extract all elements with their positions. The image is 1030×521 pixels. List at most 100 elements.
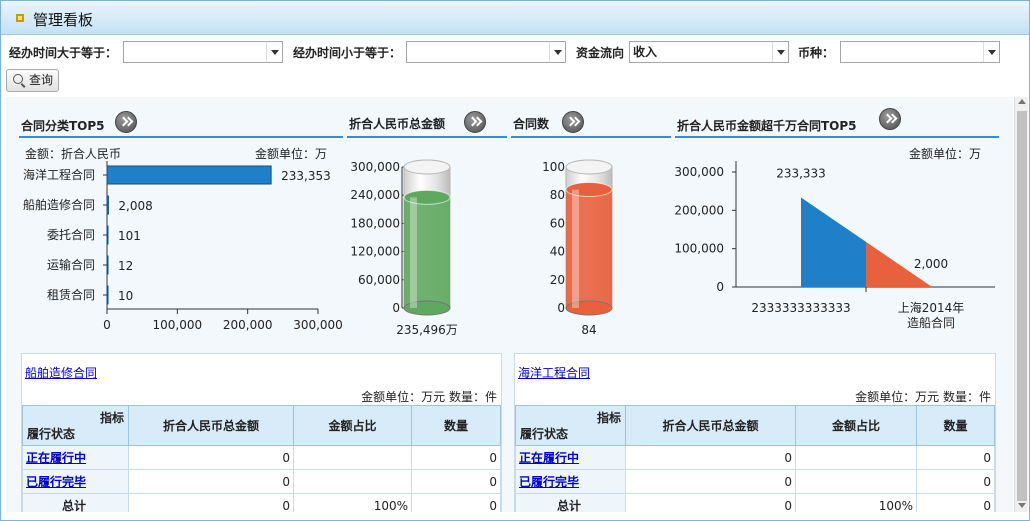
header-corner: 指标 履行状态: [515, 405, 626, 446]
chevron-down-icon[interactable]: [772, 42, 788, 62]
point-value-label: 2,000: [914, 257, 948, 271]
chevron-down-icon[interactable]: [983, 42, 999, 62]
gauge-tick-label: 120,000: [350, 245, 400, 259]
bar-value-label: 10: [118, 289, 133, 303]
contract-link[interactable]: 船舶造修合同: [25, 364, 97, 381]
chart-note-left: 金额：折合人民币: [25, 146, 121, 161]
x-tick-label: 0: [103, 318, 111, 332]
bar-value-label: 101: [118, 229, 141, 243]
bar-category-label: 租赁合同: [47, 287, 95, 302]
gauge-highlight: [572, 189, 579, 308]
chevron-down-icon[interactable]: [549, 42, 565, 62]
table-box-shipbuilding: 船舶造修合同 金额单位：万元 数量：件 指标 履行状态 折合人民币总金额 金额占比…: [21, 353, 502, 512]
column-header: 折合人民币总金额: [128, 405, 294, 446]
table-row: 正在履行中 0 0: [515, 445, 995, 470]
header-corner: 指标 履行状态: [22, 405, 129, 446]
scroll-down-icon[interactable]: [1018, 503, 1026, 508]
gauge-tick-label: 0: [392, 301, 400, 315]
bar: [106, 165, 272, 185]
status-link[interactable]: 已履行完毕: [519, 475, 579, 489]
end-date-select[interactable]: [406, 41, 566, 63]
status-link[interactable]: 正在履行中: [519, 451, 579, 465]
contract-link[interactable]: 海洋工程合同: [518, 364, 590, 381]
column-header: 数量: [411, 405, 501, 446]
filter-label-end-date: 经办时间小于等于：: [293, 46, 402, 60]
gauge-tick-label: 20: [550, 273, 565, 287]
x-category-label: 上海2014年: [898, 300, 965, 315]
bar: [106, 285, 109, 305]
gauge-tick-label: 60: [550, 216, 565, 230]
bar: [106, 255, 109, 275]
bar-category-label: 委托合同: [47, 227, 95, 242]
bar: [106, 195, 109, 215]
table-row: 已履行完毕 0 0: [515, 469, 995, 494]
bar-value-label: 2,008: [118, 199, 152, 213]
scroll-up-icon[interactable]: [1018, 99, 1026, 104]
status-link[interactable]: 正在履行中: [26, 451, 86, 465]
y-tick-label: 300,000: [674, 165, 724, 179]
table-row-total: 总计 0 100% 0: [515, 493, 995, 512]
gauge-highlight: [410, 197, 417, 308]
dashboard-panel: 合同分类TOP5 折合人民币总金额 合同数 折合人民币金额超千万合同TOP5 金…: [5, 97, 1013, 512]
table-row: 正在履行中 0 0: [22, 445, 501, 470]
column-header: 金额占比: [795, 405, 917, 446]
table-box-offshore: 海洋工程合同 金额单位：万元 数量：件 指标 履行状态 折合人民币总金额 金额占比…: [514, 353, 996, 512]
status-table: 指标 履行状态 折合人民币总金额 金额占比 数量 正在履行中 0 0 已履行完毕 …: [515, 405, 995, 512]
x-tick-label: 200,000: [223, 318, 273, 332]
gauge-value-label: 235,496万: [396, 323, 458, 337]
column-header: 数量: [916, 405, 995, 446]
title-bar: 管理看板: [1, 1, 1029, 35]
column-header: 金额占比: [293, 405, 412, 446]
unit-note: 金额单位：万元 数量：件: [361, 390, 497, 404]
y-tick-label: 100,000: [674, 242, 724, 256]
chevron-down-icon[interactable]: [266, 42, 282, 62]
gauge-tick-label: 180,000: [350, 216, 400, 230]
x-category-label: 2333333333333: [751, 301, 850, 315]
chart-note-right: 金额单位：万: [909, 146, 981, 161]
unit-note: 金额单位：万元 数量：件: [855, 390, 991, 404]
charts-area: 金额：折合人民币 金额单位：万海洋工程合同 233,353 船舶造修合同 2,008 委托…: [23, 146, 995, 337]
table-row-total: 总计 0 100% 0: [22, 493, 501, 512]
start-date-select[interactable]: [123, 41, 283, 63]
gauge-tick-label: 240,000: [350, 188, 400, 202]
area-segment: [801, 197, 866, 287]
gauge-tick-label: 0: [557, 301, 565, 315]
fund-flow-select[interactable]: 收入: [629, 41, 789, 63]
page-title: 管理看板: [33, 11, 94, 29]
dashboard-window: 管理看板 经办时间大于等于： 经办时间小于等于： 资金流向 收入 币种： 查询 …: [0, 0, 1030, 521]
x-tick-label: 100,000: [153, 318, 203, 332]
bar-value-label: 233,353: [281, 169, 331, 183]
x-category-label: 造船合同: [907, 315, 955, 330]
vertical-scrollbar[interactable]: [1014, 97, 1028, 512]
status-table: 指标 履行状态 折合人民币总金额 金额占比 数量 正在履行中 0 0 已履行完毕 …: [22, 405, 501, 512]
bar: [106, 225, 109, 245]
y-tick-label: 0: [716, 280, 724, 294]
chart-note-right: 金额单位：万: [255, 146, 327, 161]
gauge-top: [565, 159, 613, 175]
bar-category-label: 海洋工程合同: [23, 167, 95, 182]
gauge-tick-label: 300,000: [350, 160, 400, 174]
filter-label-currency: 币种：: [798, 46, 835, 60]
bar-category-label: 运输合同: [47, 257, 95, 272]
gauge-top: [403, 159, 451, 175]
gauge-tick-label: 100: [542, 160, 565, 174]
filter-label-fund-flow: 资金流向: [576, 46, 625, 60]
gauge-tick-label: 40: [550, 245, 565, 259]
gauge-value-label: 84: [581, 323, 596, 337]
filter-label-start-date: 经办时间大于等于：: [9, 46, 118, 60]
x-tick-label: 300,000: [293, 318, 343, 332]
gauge-tick-label: 60,000: [358, 273, 400, 287]
title-bullet-icon: [16, 14, 24, 22]
gauge-tick-label: 80: [550, 188, 565, 202]
bar-category-label: 船舶造修合同: [23, 197, 95, 212]
scroll-thumb[interactable]: [1017, 111, 1027, 501]
search-icon: [13, 74, 23, 84]
status-link[interactable]: 已履行完毕: [26, 475, 86, 489]
y-tick-label: 200,000: [674, 203, 724, 217]
currency-select[interactable]: [840, 41, 1000, 63]
table-row: 已履行完毕 0 0: [22, 469, 501, 494]
column-header: 折合人民币总金额: [625, 405, 796, 446]
query-button[interactable]: 查询: [6, 69, 59, 92]
point-value-label: 233,333: [776, 167, 826, 181]
bar-value-label: 12: [118, 259, 133, 273]
